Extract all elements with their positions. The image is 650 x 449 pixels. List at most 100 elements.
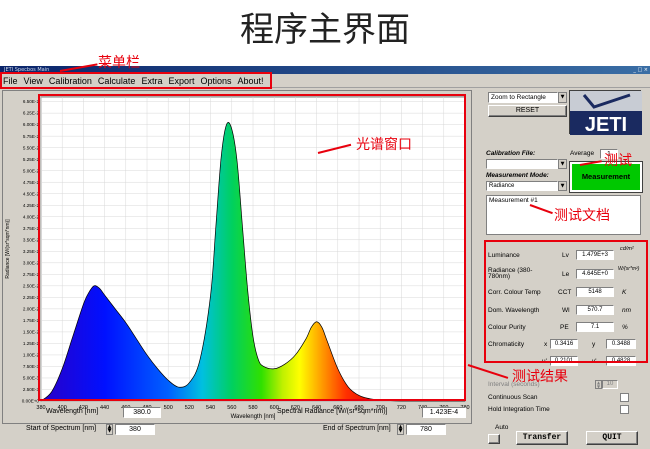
jeti-logo-graphic: JETI	[570, 91, 642, 136]
chromaticity-label: Chromaticity	[488, 341, 525, 348]
colour-purity-unit: %	[622, 324, 628, 331]
measurement-mode-label: Measurement Mode:	[486, 172, 549, 179]
wavelength-label: Wavelength [nm]	[46, 408, 99, 415]
interval-input[interactable]: 10	[602, 380, 618, 389]
luminance-unit: cd/m²	[620, 246, 634, 252]
start-spectrum-label: Start of Spectrum [nm]	[26, 425, 97, 432]
calibration-file-select[interactable]	[486, 159, 558, 169]
y-tick-label: 6.25E-2	[23, 111, 40, 116]
app-window: JETI Specbos Main _ □ × File View Calibr…	[0, 66, 650, 449]
calibration-dropdown-arrow[interactable]: ▼	[558, 159, 567, 169]
x-tick-label: 500	[164, 405, 173, 411]
chroma-u-value: 0.2101	[550, 356, 578, 366]
y-tick-label: 5.00E-3	[23, 376, 40, 381]
y-tick-label: 2.25E-2	[23, 295, 40, 300]
spectrum-window-annotation: 光谱窗口	[356, 137, 412, 153]
start-spectrum-input[interactable]: 380	[115, 424, 155, 435]
start-spectrum-stepper[interactable]: ▲ ▼	[106, 424, 113, 435]
chroma-v-label: v'	[592, 358, 597, 365]
y-tick-label: 4.75E-2	[23, 180, 40, 185]
luminance-label: Luminance	[488, 252, 520, 259]
auto-toggle[interactable]	[488, 434, 500, 444]
menu-file[interactable]: File	[0, 74, 21, 88]
cct-label: Corr. Colour Temp	[488, 289, 541, 296]
measurement-doc-entry: Measurement #1	[489, 197, 538, 204]
y-tick-label: 0.00E+0	[22, 399, 40, 404]
y-axis-label: Radiance [W/(sr*sqm*nm)]	[5, 219, 11, 279]
y-tick-label: 6.50E-2	[23, 99, 40, 104]
jeti-logo: JETI	[569, 90, 642, 136]
y-tick-label: 3.00E-2	[23, 260, 40, 265]
x-tick-label: 560	[227, 405, 236, 411]
colour-purity-label: Colour Purity	[488, 324, 526, 331]
jeti-logo-text: JETI	[585, 114, 627, 135]
results-annotation: 测试结果	[512, 369, 568, 385]
radiance-symbol: Le	[562, 271, 570, 278]
measurement-mode-select[interactable]: Radiance	[486, 181, 558, 191]
y-tick-label: 6.00E-2	[23, 122, 40, 127]
x-tick-label: 520	[185, 405, 194, 411]
y-tick-label: 2.00E-2	[23, 306, 40, 311]
dom-wavelength-unit: nm	[622, 307, 632, 314]
test-doc-annotation: 测试文档	[554, 208, 610, 224]
menu-calculate[interactable]: Calculate	[95, 74, 139, 88]
menu-extra[interactable]: Extra	[138, 74, 165, 88]
y-tick-label: 4.50E-2	[23, 191, 40, 196]
continuous-scan-checkbox[interactable]	[620, 393, 629, 402]
dom-wavelength-symbol: Wl	[562, 307, 570, 314]
menu-view[interactable]: View	[21, 74, 46, 88]
radiance-value: 4.645E+0	[576, 269, 614, 279]
end-spectrum-stepper[interactable]: ▲ ▼	[397, 424, 404, 435]
cct-value: 5148	[576, 287, 614, 297]
colour-purity-value: 7.1	[576, 322, 614, 332]
continuous-scan-label: Continuous Scan	[488, 394, 538, 401]
y-tick-label: 7.50E-3	[23, 364, 40, 369]
zoom-dropdown-arrow[interactable]: ▼	[558, 92, 567, 103]
y-tick-label: 5.50E-2	[23, 145, 40, 150]
spectral-radiance-readout: 1.423E-4	[422, 407, 466, 418]
y-tick-label: 1.00E-2	[23, 353, 40, 358]
y-tick-label: 2.50E-3	[23, 387, 40, 392]
interval-stepper[interactable]: ▲ ▼	[595, 380, 602, 389]
transfer-button[interactable]: Transfer	[516, 431, 568, 445]
x-tick-label: 720	[397, 405, 406, 411]
hold-integration-checkbox[interactable]	[620, 405, 629, 414]
colour-purity-symbol: PE	[560, 324, 569, 331]
menu-options[interactable]: Options	[197, 74, 234, 88]
y-tick-label: 1.75E-2	[23, 318, 40, 323]
chroma-u-label: u'	[542, 358, 547, 365]
y-tick-label: 2.50E-2	[23, 283, 40, 288]
y-tick-label: 3.50E-2	[23, 237, 40, 242]
menu-bar-annotation: 菜单栏	[98, 55, 140, 71]
y-tick-label: 4.25E-2	[23, 203, 40, 208]
hold-integration-label: Hold Integration Time	[488, 406, 550, 413]
end-spectrum-input[interactable]: 780	[406, 424, 446, 435]
x-tick-label: 440	[100, 405, 109, 411]
y-tick-label: 1.50E-2	[23, 330, 40, 335]
dom-wavelength-value: 570.7	[576, 305, 614, 315]
x-tick-label: 540	[206, 405, 215, 411]
window-controls[interactable]: _ □ ×	[633, 67, 648, 73]
chroma-x-value: 0.3416	[550, 339, 578, 349]
x-tick-label: 580	[248, 405, 257, 411]
cct-unit: K	[622, 289, 627, 296]
menu-calibration[interactable]: Calibration	[46, 74, 95, 88]
calibration-file-label: Calibration File:	[486, 150, 536, 157]
luminance-value: 1.479E+3	[576, 250, 614, 260]
y-tick-label: 1.25E-2	[23, 341, 40, 346]
measurement-mode-arrow[interactable]: ▼	[558, 181, 567, 191]
right-panel: Zoom to Rectangle ▼ RESET JETI Calibrati…	[482, 88, 648, 449]
y-tick-label: 3.75E-2	[23, 226, 40, 231]
zoom-select[interactable]: Zoom to Rectangle	[488, 92, 558, 103]
x-axis-label: Wavelength [nm]	[231, 414, 276, 420]
dom-wavelength-label: Dom. Wavelength	[488, 307, 540, 314]
menu-export[interactable]: Export	[165, 74, 197, 88]
reset-button[interactable]: RESET	[488, 105, 567, 117]
menu-bar: File View Calibration Calculate Extra Ex…	[0, 74, 650, 88]
menu-about[interactable]: About!	[235, 74, 267, 88]
end-spectrum-label: End of Spectrum [nm]	[323, 425, 391, 432]
wavelength-readout: 380.0	[123, 407, 161, 418]
quit-button[interactable]: QUIT	[586, 431, 638, 445]
cct-symbol: CCT	[558, 289, 572, 296]
chroma-y-value: 0.3488	[606, 339, 636, 349]
